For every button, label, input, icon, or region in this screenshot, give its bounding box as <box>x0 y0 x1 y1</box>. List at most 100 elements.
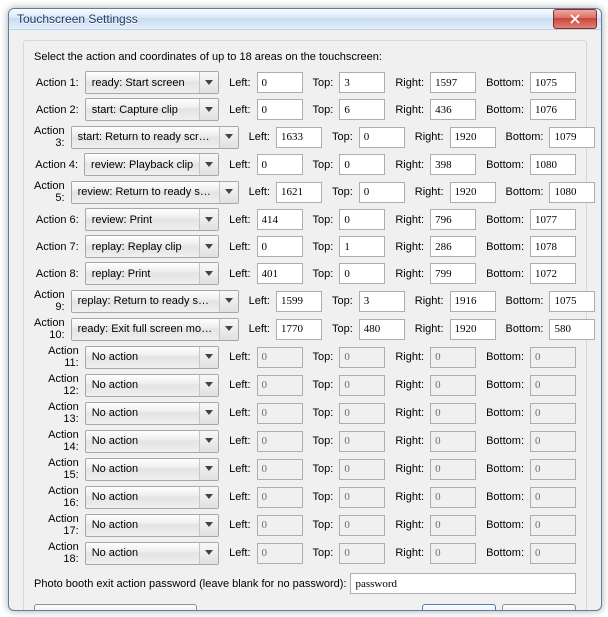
top-label: Top: <box>307 268 336 280</box>
right-input-8[interactable] <box>430 263 476 284</box>
top-label: Top: <box>307 104 336 116</box>
close-button[interactable] <box>553 9 597 29</box>
password-input[interactable] <box>350 573 576 594</box>
chevron-down-icon <box>199 347 218 368</box>
right-input-10[interactable] <box>450 319 496 340</box>
top-input-3[interactable] <box>359 127 405 148</box>
left-input-6[interactable] <box>257 209 303 230</box>
action-select-value: No action <box>86 519 199 531</box>
chevron-down-icon <box>199 154 218 175</box>
right-label: Right: <box>389 379 426 391</box>
left-input-4[interactable] <box>257 154 303 175</box>
action-select-7[interactable]: replay: Replay clip <box>85 235 219 258</box>
action-label: Action 12: <box>34 373 81 397</box>
bottom-label: Bottom: <box>480 491 526 503</box>
top-label: Top: <box>326 186 355 198</box>
action-row-9: Action 9:replay: Return to ready screenL… <box>34 289 576 313</box>
top-label: Top: <box>307 547 336 559</box>
right-input-3[interactable] <box>450 127 496 148</box>
top-input-7[interactable] <box>339 236 385 257</box>
right-input-6[interactable] <box>430 209 476 230</box>
right-label: Right: <box>389 77 426 89</box>
action-select-5[interactable]: review: Return to ready screen <box>71 181 239 204</box>
action-row-14: Action 14:No actionLeft:Top:Right:Bottom… <box>34 429 576 453</box>
bottom-input-6[interactable] <box>530 209 576 230</box>
action-select-9[interactable]: replay: Return to ready screen <box>71 290 239 313</box>
action-row-16: Action 16:No actionLeft:Top:Right:Bottom… <box>34 485 576 509</box>
top-input-10[interactable] <box>359 319 405 340</box>
left-input-5[interactable] <box>276 182 322 203</box>
bottom-input-8[interactable] <box>530 263 576 284</box>
top-label: Top: <box>307 379 336 391</box>
right-input-1[interactable] <box>430 72 476 93</box>
chevron-down-icon <box>199 72 218 93</box>
right-input-13 <box>430 403 476 424</box>
top-input-4[interactable] <box>339 154 385 175</box>
action-select-6[interactable]: review: Print <box>85 208 219 231</box>
action-select-8[interactable]: replay: Print <box>85 262 219 285</box>
bottom-input-9[interactable] <box>549 291 595 312</box>
top-input-5[interactable] <box>359 182 405 203</box>
right-input-4[interactable] <box>430 154 476 175</box>
action-select-17[interactable]: No action <box>85 514 219 537</box>
bottom-input-4[interactable] <box>530 154 576 175</box>
action-select-value: No action <box>86 407 199 419</box>
top-input-9[interactable] <box>359 291 405 312</box>
bottom-input-17 <box>530 515 576 536</box>
bottom-input-2[interactable] <box>530 99 576 120</box>
action-select-1[interactable]: ready: Start screen <box>85 71 219 94</box>
left-label: Left: <box>243 295 272 307</box>
bottom-input-10[interactable] <box>549 319 595 340</box>
action-row-17: Action 17:No actionLeft:Top:Right:Bottom… <box>34 513 576 537</box>
left-input-1[interactable] <box>257 72 303 93</box>
bottom-input-1[interactable] <box>530 72 576 93</box>
left-input-2[interactable] <box>257 99 303 120</box>
action-label: Action 8: <box>34 268 81 280</box>
top-input-6[interactable] <box>339 209 385 230</box>
action-select-12[interactable]: No action <box>85 374 219 397</box>
left-input-7[interactable] <box>257 236 303 257</box>
action-select-14[interactable]: No action <box>85 430 219 453</box>
action-select-3[interactable]: start: Return to ready screen <box>71 126 239 149</box>
cancel-button[interactable]: Cancel <box>502 604 576 611</box>
action-select-18[interactable]: No action <box>85 542 219 565</box>
instruction-text: Select the action and coordinates of up … <box>34 51 576 63</box>
bottom-input-3[interactable] <box>549 127 595 148</box>
right-input-12 <box>430 375 476 396</box>
chevron-down-icon <box>219 291 238 312</box>
action-select-15[interactable]: No action <box>85 458 219 481</box>
right-input-15 <box>430 459 476 480</box>
chevron-down-icon <box>199 459 218 480</box>
top-input-1[interactable] <box>339 72 385 93</box>
right-input-14 <box>430 431 476 452</box>
right-input-7[interactable] <box>430 236 476 257</box>
bottom-input-7[interactable] <box>530 236 576 257</box>
chevron-down-icon <box>199 543 218 564</box>
action-select-13[interactable]: No action <box>85 402 219 425</box>
action-select-2[interactable]: start: Capture clip <box>85 98 219 121</box>
right-input-5[interactable] <box>450 182 496 203</box>
bottom-input-13 <box>530 403 576 424</box>
top-label: Top: <box>326 323 355 335</box>
action-select-16[interactable]: No action <box>85 486 219 509</box>
action-row-15: Action 15:No actionLeft:Top:Right:Bottom… <box>34 457 576 481</box>
top-input-2[interactable] <box>339 99 385 120</box>
left-input-3[interactable] <box>276 127 322 148</box>
top-input-8[interactable] <box>339 263 385 284</box>
action-select-10[interactable]: ready: Exit full screen mode <box>71 318 239 341</box>
right-label: Right: <box>389 519 426 531</box>
right-input-9[interactable] <box>450 291 496 312</box>
action-select-11[interactable]: No action <box>85 346 219 369</box>
action-select-4[interactable]: review: Playback clip <box>84 153 219 176</box>
left-input-9[interactable] <box>276 291 322 312</box>
ok-button[interactable]: OK <box>422 604 496 611</box>
bottom-input-5[interactable] <box>549 182 595 203</box>
action-label: Action 10: <box>34 317 67 341</box>
left-input-10[interactable] <box>276 319 322 340</box>
right-input-2[interactable] <box>430 99 476 120</box>
left-input-8[interactable] <box>257 263 303 284</box>
show-edit-areas-button[interactable]: Show/edit touchscreen areas... <box>34 604 197 611</box>
top-label: Top: <box>307 351 336 363</box>
chevron-down-icon <box>219 182 238 203</box>
action-label: Action 11: <box>34 345 81 369</box>
